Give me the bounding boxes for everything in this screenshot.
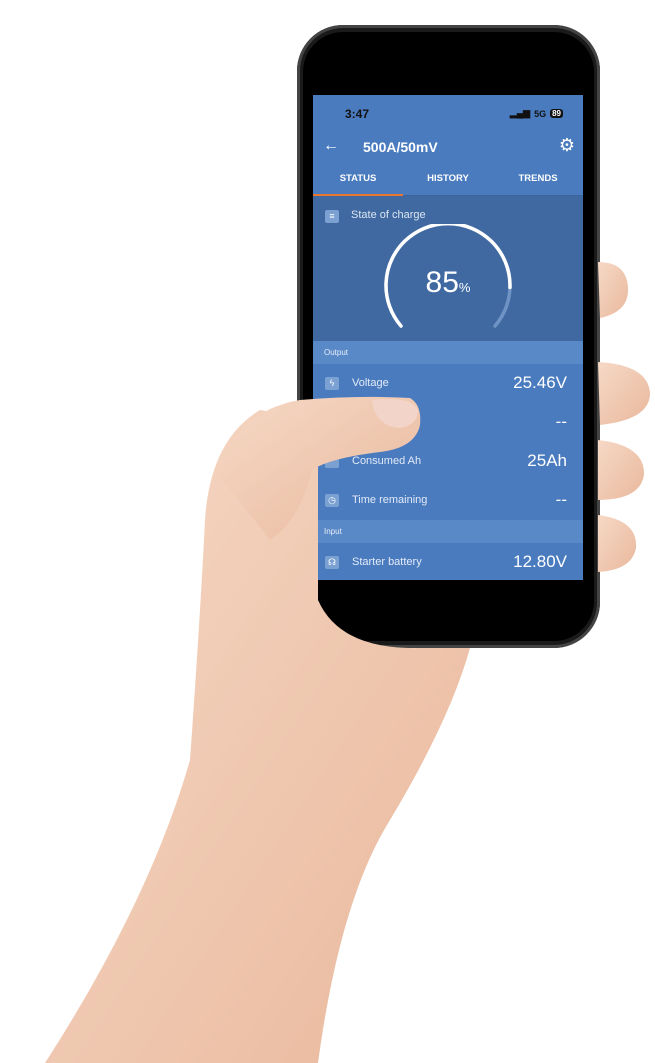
hand-photo (45, 262, 650, 1063)
finger (598, 440, 645, 500)
finger (598, 362, 650, 425)
finger (598, 515, 637, 572)
finger (598, 262, 628, 318)
